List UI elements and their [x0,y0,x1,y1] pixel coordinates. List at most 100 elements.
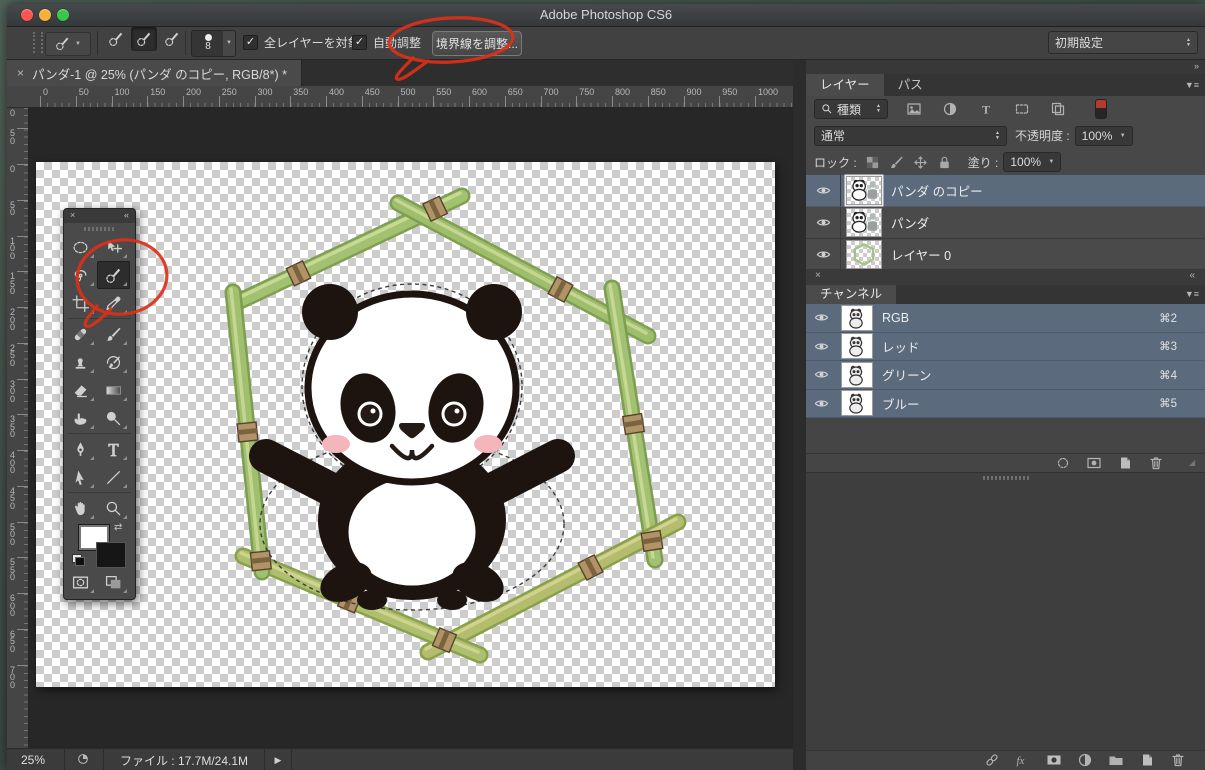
layer-row[interactable]: パンダ のコピー [806,175,1205,207]
lock-transparent-icon[interactable] [865,155,880,170]
tool-smudge[interactable] [64,404,97,432]
tool-dodge[interactable] [97,404,130,432]
layer-filtering-toggle[interactable] [1095,99,1107,119]
swap-colors-icon[interactable]: ⇄ [114,522,122,533]
lock-position-icon[interactable] [913,155,928,170]
channel-thumbnail[interactable] [841,304,873,331]
tool-screen-mode[interactable] [97,568,130,596]
trash-icon[interactable] [1148,455,1165,472]
refine-edge-button[interactable]: 境界線を調整... [432,31,522,56]
auto-enhance-checkbox[interactable]: ✓ 自動調整 [352,34,421,51]
load-selection-icon[interactable] [1055,455,1072,472]
filter-pixel-icon[interactable] [906,101,923,118]
channel-row[interactable]: グリーン ⌘4 [806,361,1205,390]
tool-lasso[interactable] [64,261,97,289]
brush-size-picker[interactable]: 8 [191,30,225,57]
close-panel-icon[interactable]: × [70,210,75,220]
lock-all-icon[interactable] [937,155,952,170]
workspace-preset-dropdown[interactable]: 初期設定 ▲ ▼ [1048,31,1198,54]
new-layer-icon[interactable] [1139,752,1156,769]
tool-eyedropper[interactable] [97,289,130,317]
minimize-window-button[interactable] [39,9,51,21]
save-selection-icon[interactable] [1086,455,1103,472]
tool-history-brush[interactable] [97,348,130,376]
tool-elliptical-marquee[interactable] [64,233,97,261]
panel-menu-icon[interactable]: ▼≡ [1185,285,1205,304]
folder-icon[interactable] [1108,752,1125,769]
layer-row[interactable]: レイヤー 0 [806,239,1205,270]
status-menu-arrow[interactable]: ▶ [265,749,292,770]
channel-row[interactable]: RGB ⌘2 [806,304,1205,333]
new-layer-icon[interactable] [1117,455,1134,472]
fill-field[interactable]: 100% ▼ [1003,152,1062,172]
tool-quick-mask[interactable] [64,568,97,596]
close-panel-icon[interactable]: × [815,270,821,281]
channel-thumbnail[interactable] [841,390,873,417]
layer-visibility-toggle[interactable] [806,207,841,238]
tool-brush[interactable] [97,320,130,348]
channel-visibility-toggle[interactable] [806,361,836,389]
new-selection-brush-button[interactable] [103,27,129,51]
tab-channels[interactable]: チャンネル [806,285,897,304]
tool-pen[interactable] [64,435,97,463]
layer-visibility-toggle[interactable] [806,239,841,269]
tool-crop[interactable] [64,289,97,317]
opacity-field[interactable]: 100% ▼ [1074,125,1133,146]
dock-divider[interactable] [793,60,806,770]
document-tab[interactable]: × パンダ-1 @ 25% (パンダ のコピー, RGB/8*) * [7,60,302,86]
filter-shape-icon[interactable] [1014,101,1031,118]
subtract-from-selection-brush-button[interactable] [159,27,185,51]
brush-size-dropdown-arrow[interactable]: ▼ [223,30,236,57]
add-to-selection-brush-button[interactable] [131,27,157,51]
layer-visibility-toggle[interactable] [806,175,841,206]
tool-move[interactable] [97,233,130,261]
collapse-panel-icon[interactable]: « [124,210,129,220]
filter-adjust-icon[interactable] [942,101,959,118]
tool-healing-brush[interactable] [64,320,97,348]
mask-icon[interactable] [1046,752,1063,769]
channel-row[interactable]: ブルー ⌘5 [806,389,1205,418]
close-window-button[interactable] [21,9,33,21]
layer-thumbnail[interactable] [846,208,882,237]
trash-icon[interactable] [1170,752,1187,769]
fx-icon[interactable]: fx [1015,752,1032,769]
channel-row[interactable]: レッド ⌘3 [806,332,1205,361]
tool-gradient[interactable] [97,376,130,404]
close-document-icon[interactable]: × [17,66,24,80]
channel-visibility-toggle[interactable] [806,304,836,332]
tool-eraser[interactable] [64,376,97,404]
tool-hand[interactable] [64,494,97,522]
panel-resize-grip[interactable]: ◢ [1189,453,1199,472]
layer-thumbnail[interactable] [846,239,882,269]
collapse-to-icons-icon[interactable]: » [1194,61,1199,71]
channel-thumbnail[interactable] [841,361,873,388]
channel-visibility-toggle[interactable] [806,390,836,418]
tools-palette-header[interactable]: × « [64,209,135,223]
canvas[interactable] [36,162,775,687]
tool-line[interactable] [97,463,130,491]
palette-grip[interactable] [83,227,116,231]
default-colors-icon[interactable] [72,554,85,566]
layer-row[interactable]: パンダ [806,207,1205,239]
zoom-level-field[interactable]: 25% [7,749,65,770]
tool-type[interactable] [97,435,130,463]
background-color-swatch[interactable] [96,542,126,568]
tool-zoom[interactable] [97,494,130,522]
options-bar-grip[interactable] [33,32,43,53]
adjustment-icon[interactable] [1077,752,1094,769]
layer-filter-type-dropdown[interactable]: 種類 ▲ ▼ [814,99,888,119]
collapse-panel-icon[interactable]: « [1189,270,1195,281]
channel-thumbnail[interactable] [841,333,873,360]
layer-thumbnail[interactable] [846,176,882,205]
tool-preset-picker[interactable]: ▼ [45,32,91,56]
tool-clone-stamp[interactable] [64,348,97,376]
tab-layers[interactable]: レイヤー [806,74,884,96]
tool-quick-selection[interactable] [97,261,130,289]
link-icon[interactable] [984,752,1001,769]
panel-menu-icon[interactable]: ▼≡ [1185,74,1205,96]
tab-paths[interactable]: パス [884,74,937,96]
blend-mode-dropdown[interactable]: 通常 ▲ ▼ [814,125,1007,146]
lock-pixels-icon[interactable] [889,155,904,170]
filter-type-icon[interactable]: T [978,101,995,118]
channel-visibility-toggle[interactable] [806,333,836,361]
